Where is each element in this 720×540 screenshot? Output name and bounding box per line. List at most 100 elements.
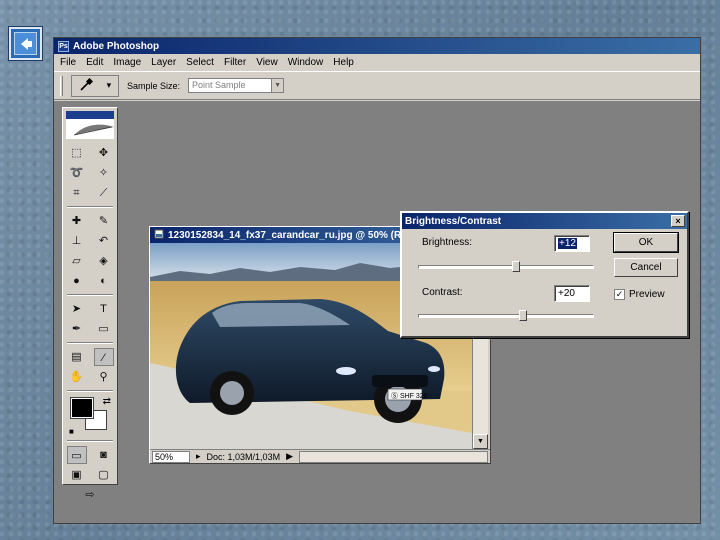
menu-layer[interactable]: Layer — [151, 57, 176, 68]
move-icon[interactable]: ✥ — [94, 144, 114, 162]
tool-row: ⌗ ⟋ — [63, 183, 117, 203]
healing-brush-icon[interactable]: ✚ — [67, 212, 87, 230]
zoom-field[interactable]: 50% — [152, 450, 190, 463]
slice-icon[interactable]: ⟋ — [94, 184, 114, 202]
type-icon[interactable]: T — [94, 300, 114, 318]
toolbox-divider — [67, 440, 113, 442]
toolbox-divider — [67, 294, 113, 296]
contrast-value: +20 — [558, 288, 575, 299]
full-screen-icon[interactable]: ▢ — [94, 466, 114, 484]
notes-icon[interactable]: ▤ — [67, 348, 87, 366]
contrast-slider-thumb[interactable] — [519, 310, 527, 321]
crop-icon[interactable]: ⌗ — [67, 184, 87, 202]
jump-to-imageready-icon[interactable]: ⇨ — [80, 486, 100, 504]
photoshop-window: Ps Adobe Photoshop File Edit Image Layer… — [53, 37, 701, 524]
clone-stamp-icon[interactable]: ⊥ — [67, 232, 87, 250]
toolbox: ⬚ ✥ ➰ ✧ ⌗ ⟋ ✚ ✎ ⊥ ↶ ▱ ◈ ● ◐ ➤ T ✒ ▭ ▤ ⁄ ✋ ⚲ ⇄ ■ ▭ ◙ ▣ ▢ ⇨ — [62, 107, 118, 501]
tool-row: ● ◐ — [63, 271, 117, 291]
toolbox-divider — [67, 206, 113, 208]
dodge-icon[interactable]: ◐ — [94, 272, 114, 290]
quick-mask-icon[interactable]: ◙ — [94, 446, 114, 464]
toolbox-divider — [67, 342, 113, 344]
tool-preset-picker[interactable]: ▾ — [71, 74, 119, 97]
swap-colors-icon[interactable]: ⇄ — [103, 396, 111, 407]
tool-row: ⬚ ✥ — [63, 143, 117, 163]
brightness-input[interactable]: +12 — [554, 235, 590, 252]
pen-icon[interactable]: ✒ — [67, 320, 87, 338]
scroll-down-icon[interactable]: ▼ — [473, 434, 488, 449]
path-select-icon[interactable]: ➤ — [67, 300, 87, 318]
ok-button[interactable]: OK — [613, 232, 679, 253]
toolbox-logo-band — [66, 111, 114, 119]
doc-size-label: Doc: 1,03M/1,03M — [206, 451, 281, 462]
color-swatches: ⇄ ■ — [69, 396, 111, 436]
eyedropper-icon[interactable]: ⁄ — [93, 348, 114, 366]
menu-filter[interactable]: Filter — [224, 57, 246, 68]
cancel-button[interactable]: Cancel — [614, 258, 678, 277]
standard-mode-icon[interactable]: ▭ — [66, 446, 87, 464]
brightness-label: Brightness: — [422, 237, 473, 248]
document-icon — [154, 229, 164, 242]
menu-select[interactable]: Select — [186, 57, 214, 68]
photoshop-app-icon: Ps — [58, 40, 69, 52]
menu-image[interactable]: Image — [113, 57, 141, 68]
paint-bucket-icon[interactable]: ◈ — [94, 252, 114, 270]
options-grip[interactable] — [60, 75, 63, 96]
brush-icon[interactable]: ✎ — [94, 212, 114, 230]
sample-size-value: Point Sample — [192, 80, 246, 90]
workspace: ⬚ ✥ ➰ ✧ ⌗ ⟋ ✚ ✎ ⊥ ↶ ▱ ◈ ● ◐ ➤ T ✒ ▭ ▤ ⁄ ✋ ⚲ ⇄ ■ ▭ ◙ ▣ ▢ ⇨ — [54, 101, 700, 523]
photoshop-titlebar: Ps Adobe Photoshop — [54, 38, 700, 54]
screen-mode-icon[interactable]: ▣ — [67, 466, 87, 484]
dialog-close-icon[interactable]: × — [671, 215, 685, 227]
lasso-icon[interactable]: ➰ — [67, 164, 87, 182]
tool-row: ✒ ▭ — [63, 319, 117, 339]
rectangle-icon[interactable]: ▭ — [94, 320, 114, 338]
blur-icon[interactable]: ● — [67, 272, 87, 290]
zoom-icon[interactable]: ⚲ — [94, 368, 114, 386]
status-menu-icon[interactable]: ▸ — [196, 451, 201, 462]
tool-row: ➤ T — [63, 299, 117, 319]
document-title: 1230152834_14_fx37_carandcar_ru.jpg @ 50… — [168, 229, 417, 241]
jump-row: ⇨ — [63, 485, 117, 505]
menu-window[interactable]: Window — [288, 57, 324, 68]
brightness-contrast-dialog: Brightness/Contrast × Brightness: +12 Co… — [400, 211, 689, 338]
hand-icon[interactable]: ✋ — [67, 368, 87, 386]
license-plate-text: Ⓢ SHF 320 — [391, 392, 428, 400]
menu-edit[interactable]: Edit — [86, 57, 103, 68]
contrast-label: Contrast: — [422, 287, 463, 298]
sample-size-label: Sample Size: — [127, 80, 181, 91]
tool-row: ✚ ✎ — [63, 211, 117, 231]
chevron-down-icon: ▼ — [271, 79, 284, 92]
options-bar: ▾ Sample Size: Point Sample ▼ — [54, 72, 700, 100]
mode-row: ▭ ◙ — [63, 445, 117, 465]
menu-view[interactable]: View — [256, 57, 278, 68]
eraser-icon[interactable]: ▱ — [67, 252, 87, 270]
tool-grid: ⬚ ✥ ➰ ✧ ⌗ ⟋ ✚ ✎ ⊥ ↶ ▱ ◈ ● ◐ ➤ T ✒ ▭ ▤ ⁄ ✋ ⚲ — [63, 143, 117, 387]
foreground-color-swatch[interactable] — [70, 397, 94, 419]
toolbox-divider — [67, 390, 113, 392]
history-brush-icon[interactable]: ↶ — [94, 232, 114, 250]
brightness-slider[interactable] — [418, 261, 594, 272]
horizontal-scrollbar[interactable] — [299, 450, 488, 463]
feather-icon — [72, 121, 114, 139]
contrast-input[interactable]: +20 — [554, 285, 590, 302]
toolbox-logo[interactable] — [66, 111, 114, 139]
preview-row: ✓ Preview — [614, 289, 665, 300]
menu-help[interactable]: Help — [333, 57, 354, 68]
status-arrow-icon[interactable]: ▶ — [286, 451, 293, 462]
dialog-titlebar[interactable]: Brightness/Contrast × — [402, 213, 687, 229]
magic-wand-icon[interactable]: ✧ — [94, 164, 114, 182]
preview-checkbox[interactable]: ✓ — [614, 289, 625, 300]
back-button[interactable] — [9, 27, 42, 60]
dialog-title: Brightness/Contrast — [405, 215, 502, 227]
sample-size-select[interactable]: Point Sample ▼ — [188, 78, 285, 93]
menu-file[interactable]: File — [60, 57, 76, 68]
screen-mode-row: ▣ ▢ — [63, 465, 117, 485]
contrast-slider[interactable] — [418, 310, 594, 321]
brightness-slider-thumb[interactable] — [512, 261, 520, 272]
marquee-icon[interactable]: ⬚ — [67, 144, 87, 162]
back-arrow-icon — [14, 32, 37, 55]
menu-bar: File Edit Image Layer Select Filter View… — [54, 54, 700, 72]
default-colors-icon[interactable]: ■ — [69, 427, 74, 436]
tool-row: ▤ ⁄ — [63, 347, 117, 367]
